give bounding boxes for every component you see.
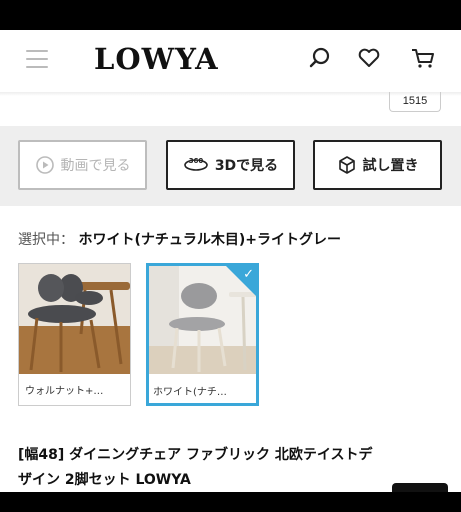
bottom-bar [0, 492, 461, 512]
view-3d-button-label: 3Dで見る [214, 158, 279, 174]
chair-walnut-image [19, 264, 130, 374]
heart-icon[interactable] [356, 45, 382, 71]
selected-variant-value: ホワイト(ナチュラル木目)+ライトグレー [78, 232, 341, 248]
video-button[interactable]: 動画で見る [18, 140, 147, 190]
video-button-label: 動画で見る [60, 158, 131, 174]
site-logo[interactable]: LOWYA [94, 42, 219, 76]
size-tab[interactable]: 1515 [389, 92, 441, 112]
selected-variant: 選択中： ホワイト(ナチュラル木目)+ライトグレー [18, 229, 341, 249]
cart-icon[interactable] [410, 45, 436, 71]
product-title-line1: [幅48] ダイニングチェア ファブリック 北欧テイストデ [18, 447, 373, 463]
rotate-360-text: 360 [189, 157, 204, 165]
swatch-caption: ホワイト(ナチ… [153, 387, 227, 398]
search-icon[interactable] [307, 45, 333, 71]
try-placement-button[interactable]: 試し置き [313, 140, 442, 190]
swatch-walnut[interactable]: ウォルナット+… [18, 263, 131, 406]
menu-icon[interactable] [26, 50, 48, 68]
swatch-caption: ウォルナット+… [25, 386, 104, 397]
play-circle-icon [35, 155, 55, 175]
try-placement-button-label: 試し置き [362, 158, 419, 174]
selected-variant-label: 選択中： [18, 232, 74, 248]
check-icon: ✓ [243, 267, 254, 282]
product-title-line2: ザイン 2脚セット LOWYA [18, 472, 191, 488]
cube-icon [337, 155, 357, 175]
product-title: [幅48] ダイニングチェア ファブリック 北欧テイストデ ザイン 2脚セット … [18, 443, 448, 493]
site-header: LOWYA [0, 30, 461, 92]
swatch-white-natural[interactable]: ✓ ホワイト(ナチ… [146, 263, 259, 406]
rotate-360-icon: 360 [183, 155, 209, 175]
status-bar [0, 0, 461, 30]
view-3d-button[interactable]: 360 3Dで見る [166, 140, 295, 190]
